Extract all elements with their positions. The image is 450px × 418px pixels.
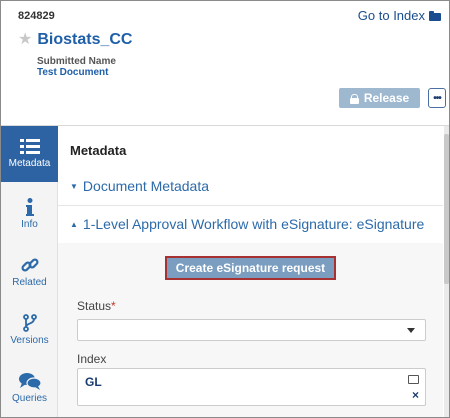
status-label: Status* [77, 299, 116, 313]
go-to-index-label[interactable]: Go to Index [358, 8, 425, 23]
nav-label-versions: Versions [10, 335, 49, 346]
submitted-name-value: Test Document [37, 67, 109, 78]
scrollbar-thumb[interactable] [444, 134, 449, 284]
side-nav: Metadata Info Related Versions Queries [1, 126, 58, 417]
section-approval-workflow[interactable]: ▲ 1-Level Approval Workflow with eSignat… [70, 216, 424, 232]
nav-item-metadata[interactable]: Metadata [1, 126, 58, 182]
unlock-icon [349, 93, 359, 104]
release-label: Release [363, 91, 410, 105]
nav-label-metadata: Metadata [8, 158, 51, 169]
status-label-text: Status [77, 299, 112, 313]
index-value: GL [85, 375, 102, 389]
create-esignature-button[interactable]: Create eSignature request [165, 256, 336, 280]
nav-label-related: Related [12, 277, 47, 288]
clear-icon[interactable]: × [412, 389, 419, 401]
nav-item-related[interactable]: Related [1, 244, 58, 300]
chat-icon [18, 373, 41, 390]
document-number: 824829 [18, 10, 55, 22]
section-label-approval-workflow: 1-Level Approval Workflow with eSignatur… [82, 216, 425, 232]
nav-item-versions[interactable]: Versions [1, 302, 58, 358]
more-options-button[interactable]: ••• [428, 88, 446, 108]
release-button[interactable]: Release [339, 88, 420, 108]
section-divider [58, 205, 443, 206]
star-icon[interactable]: ★ [18, 32, 32, 48]
go-to-index-link[interactable]: Go to Index [358, 8, 441, 23]
section-document-metadata[interactable]: ▼ Document Metadata [70, 178, 209, 194]
nav-label-info: Info [21, 219, 38, 230]
nav-label-queries: Queries [11, 393, 47, 404]
dropdown-arrow-icon [407, 328, 415, 333]
index-field[interactable]: GL × [77, 368, 426, 406]
section-label-document-metadata: Document Metadata [82, 178, 209, 194]
app-frame: 824829 Go to Index ★ Biostats_CC Submitt… [0, 0, 450, 418]
list-icon [19, 139, 40, 154]
chevron-up-icon: ▲ [70, 219, 78, 229]
submitted-name-label: Submitted Name [37, 56, 116, 67]
document-title: Biostats_CC [37, 31, 133, 48]
metadata-panel: Metadata ▼ Document Metadata ▲ 1-Level A… [58, 126, 449, 417]
folder-icon [429, 10, 441, 21]
required-marker: * [111, 299, 116, 313]
branch-icon [22, 314, 37, 332]
index-label: Index [77, 352, 107, 366]
link-icon [20, 258, 39, 272]
nav-item-queries[interactable]: Queries [1, 360, 58, 416]
chevron-down-icon: ▼ [70, 181, 78, 191]
nav-item-info[interactable]: Info [1, 186, 58, 242]
info-icon [25, 198, 34, 216]
title-row: ★ Biostats_CC [18, 31, 132, 49]
status-select[interactable] [77, 319, 426, 341]
document-header: 824829 Go to Index ★ Biostats_CC Submitt… [1, 1, 449, 126]
folder-browse-icon[interactable] [408, 375, 419, 384]
panel-title: Metadata [70, 143, 127, 158]
